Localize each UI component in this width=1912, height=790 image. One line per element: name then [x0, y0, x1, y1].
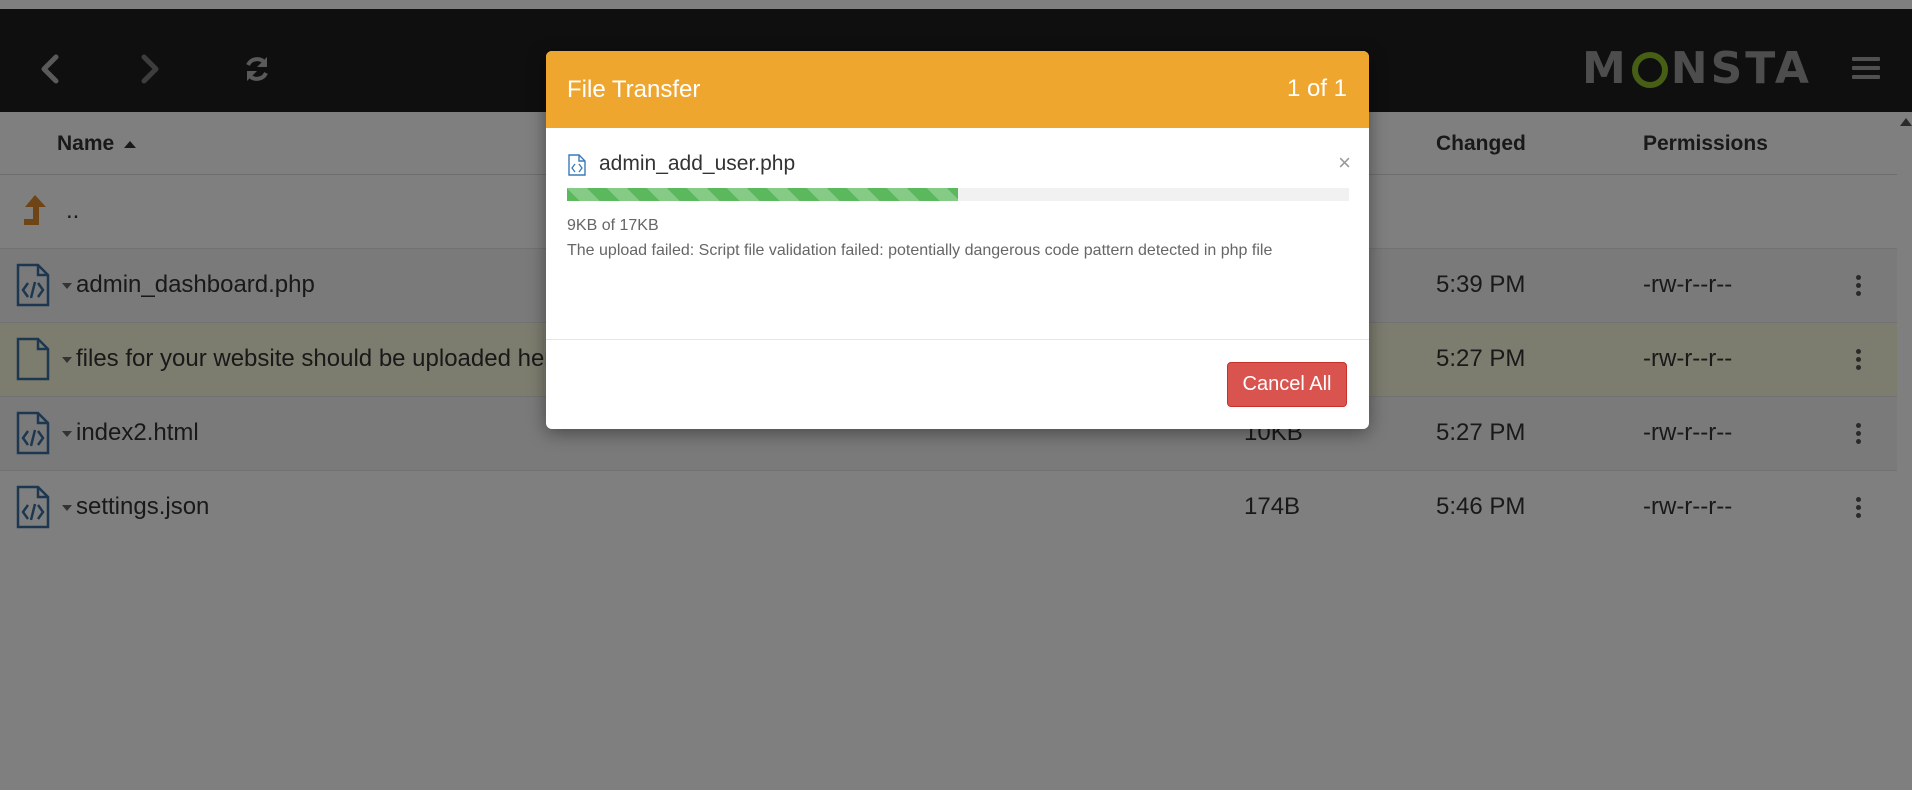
dialog-title: File Transfer [567, 76, 701, 103]
dialog-footer-divider [546, 339, 1369, 340]
transfer-count: 1 of 1 [1286, 75, 1347, 102]
transfer-progress-bar [567, 188, 1349, 201]
code-file-icon [568, 154, 586, 176]
transfer-file-name: admin_add_user.php [599, 152, 796, 175]
dialog-header: File Transfer 1 of 1 [546, 51, 1369, 128]
transfer-progress-fill [567, 188, 958, 201]
close-transfer-button[interactable]: × [1338, 150, 1351, 176]
transfer-error-message: The upload failed: Script file validatio… [567, 242, 1273, 259]
transfer-size-text: 9KB of 17KB [567, 217, 659, 234]
file-transfer-dialog: File Transfer 1 of 1 admin_add_user.php … [546, 51, 1369, 429]
cancel-all-button[interactable]: Cancel All [1227, 362, 1347, 407]
